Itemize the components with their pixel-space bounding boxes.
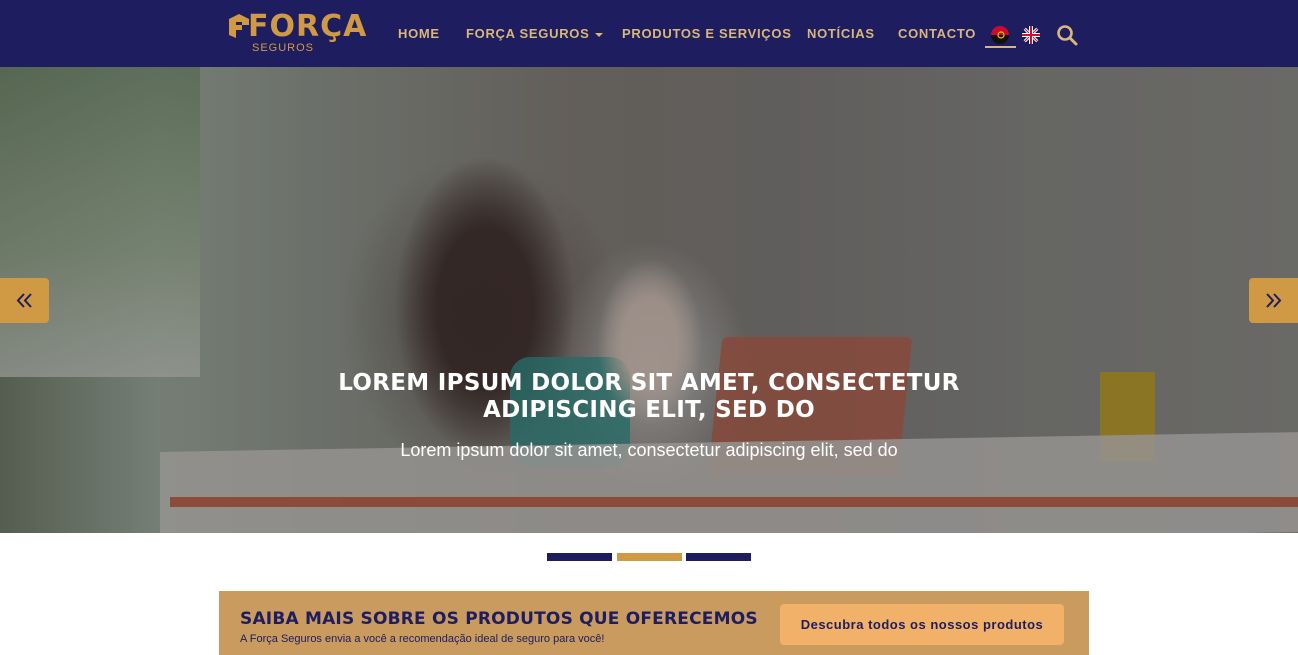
angola-flag-icon[interactable] [991,26,1009,44]
hero-slider: LOREM IPSUM DOLOR SIT AMET, CONSECTETUR … [0,67,1298,533]
nav-forca-seguros[interactable]: FORÇA SEGUROS [466,25,604,43]
discover-products-button[interactable]: Descubra todos os nossos produtos [780,604,1064,645]
logo-text: FORÇA [248,9,368,44]
logo-subtext: SEGUROS [252,42,315,54]
cta-subtitle: A Força Seguros envia a você a recomenda… [240,633,605,645]
nav-forca-seguros-label: FORÇA SEGUROS [466,26,590,41]
forca-logo-icon [229,14,249,38]
chevron-down-icon [595,32,604,37]
search-icon[interactable] [1055,23,1079,47]
nav-home[interactable]: HOME [398,25,440,43]
site-header: FORÇA SEGUROS HOME FORÇA SEGUROS PRODUTO… [0,0,1298,67]
slider-next-button[interactable] [1249,278,1298,323]
double-chevron-left-icon [16,293,32,308]
slider-prev-button[interactable] [0,278,49,323]
nav-noticias[interactable]: NOTÍCIAS [807,25,875,43]
cta-title: SAIBA MAIS SOBRE OS PRODUTOS QUE OFERECE… [240,609,758,629]
slide-indicator-2-active[interactable] [617,553,682,561]
hero-overlay [0,67,1298,533]
uk-flag-icon[interactable] [1022,26,1040,44]
slide-indicator-3[interactable] [686,553,751,561]
nav-produtos-servicos[interactable]: PRODUTOS E SERVIÇOS [622,25,792,43]
double-chevron-right-icon [1266,293,1282,308]
hero-title: LOREM IPSUM DOLOR SIT AMET, CONSECTETUR … [338,370,960,423]
active-language-indicator [985,46,1016,48]
logo[interactable]: FORÇA SEGUROS [228,9,366,57]
slide-indicator-1[interactable] [547,553,612,561]
products-cta-banner: SAIBA MAIS SOBRE OS PRODUTOS QUE OFERECE… [219,591,1089,655]
hero-subtitle: Lorem ipsum dolor sit amet, consectetur … [400,440,898,460]
nav-contacto[interactable]: CONTACTO [898,25,976,43]
